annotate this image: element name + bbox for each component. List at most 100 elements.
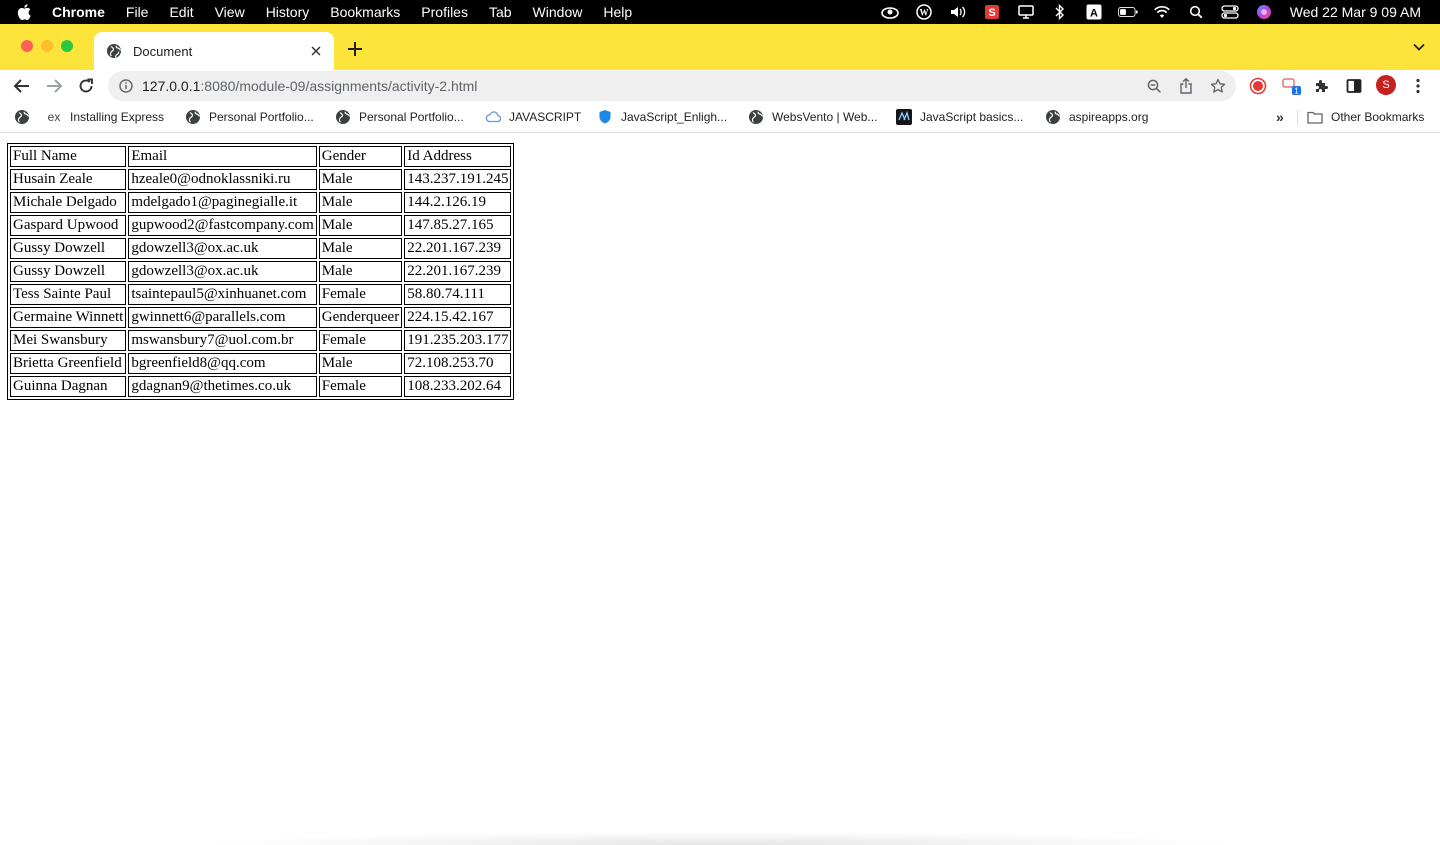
cell-full-name: Guinna Dagnan xyxy=(10,376,127,397)
tab-strip: Document xyxy=(0,24,1440,70)
other-bookmarks-folder[interactable]: Other Bookmarks xyxy=(1307,108,1424,126)
column-header-gender: Gender xyxy=(318,146,403,167)
bookmark-javascript-basics[interactable]: JavaScript basics... xyxy=(896,108,1023,126)
cell-email: mswansbury7@uol.com.br xyxy=(128,330,317,351)
cell-ip-address: 58.80.74.111 xyxy=(404,284,512,305)
status-area: W S A Wed 22 Mar 9 09 AM xyxy=(880,0,1440,24)
record-extension-icon[interactable] xyxy=(1248,76,1268,96)
cell-ip-address: 72.108.253.70 xyxy=(404,353,512,374)
cell-full-name: Gussy Dowzell xyxy=(10,261,127,282)
zoom-out-icon[interactable] xyxy=(1146,78,1162,94)
forward-arrow-icon[interactable] xyxy=(42,74,66,98)
menu-tab[interactable]: Tab xyxy=(489,0,512,24)
new-tab-icon[interactable] xyxy=(344,38,366,60)
globe-icon xyxy=(748,109,764,125)
menu-bookmarks[interactable]: Bookmarks xyxy=(330,0,400,24)
cell-gender: Genderqueer xyxy=(318,307,403,328)
cell-email: mdelgado1@paginegialle.it xyxy=(128,192,317,213)
menu-profiles[interactable]: Profiles xyxy=(421,0,468,24)
menu-edit[interactable]: Edit xyxy=(169,0,193,24)
wifi-icon[interactable] xyxy=(1152,4,1172,20)
extensions-puzzle-icon[interactable] xyxy=(1312,76,1332,96)
cell-full-name: Gaspard Upwood xyxy=(10,215,127,236)
url-text[interactable]: 127.0.0.1:8080/module-09/assignments/act… xyxy=(142,78,477,94)
table-row: Gussy Dowzell gdowzell3@ox.ac.uk Male 22.20… xyxy=(10,261,512,282)
tab-close-icon[interactable] xyxy=(308,43,324,59)
battery-icon[interactable] xyxy=(1117,4,1138,20)
fullscreen-window-button[interactable] xyxy=(61,40,73,52)
site-info-icon[interactable] xyxy=(119,79,133,93)
address-bar[interactable]: 127.0.0.1:8080/module-09/assignments/act… xyxy=(108,71,1236,101)
tab-document[interactable]: Document xyxy=(94,32,334,70)
table-row: Tess Sainte Paul tsaintepaul5@xinhuanet.c… xyxy=(10,284,512,305)
menu-file[interactable]: File xyxy=(126,0,149,24)
cell-ip-address: 22.201.167.239 xyxy=(404,238,512,259)
minimize-window-button[interactable] xyxy=(41,40,53,52)
bookmark-label: JAVASCRIPT xyxy=(509,110,582,124)
cell-ip-address: 143.237.191.245 xyxy=(404,169,512,190)
wordpress-icon[interactable]: W xyxy=(914,4,934,20)
cell-gender: Male xyxy=(318,192,403,213)
shield-s-icon[interactable]: S xyxy=(982,4,1002,20)
close-window-button[interactable] xyxy=(21,40,33,52)
bookmarks-divider xyxy=(1297,110,1298,126)
globe-icon xyxy=(107,44,122,58)
siri-icon[interactable] xyxy=(1254,4,1274,20)
cloud-icon xyxy=(485,109,501,125)
bookmark-aspireapps[interactable]: aspireapps.org xyxy=(1045,108,1148,126)
cell-gender: Male xyxy=(318,238,403,259)
bookmarks-bar: ex Installing Express Personal Portfolio… xyxy=(0,102,1440,133)
more-menu-icon[interactable] xyxy=(1408,76,1428,96)
bookmark-javascript-enlightenment[interactable]: JavaScript_Enligh... xyxy=(597,108,727,126)
menu-history[interactable]: History xyxy=(266,0,310,24)
display-icon[interactable] xyxy=(1016,4,1036,20)
menu-view[interactable]: View xyxy=(215,0,245,24)
menu-help[interactable]: Help xyxy=(603,0,632,24)
control-center-icon[interactable] xyxy=(1220,4,1240,20)
menu-window[interactable]: Window xyxy=(533,0,583,24)
bookmark-websvento[interactable]: WebsVento | Web... xyxy=(748,108,877,126)
bookmark-personal-portfolio-2[interactable]: Personal Portfolio... xyxy=(335,108,464,126)
cell-full-name: Michale Delgado xyxy=(10,192,127,213)
cell-gender: Female xyxy=(318,284,403,305)
page-content: Full Name Email Gender Id Address Husain… xyxy=(0,134,1440,845)
table-header-row: Full Name Email Gender Id Address xyxy=(10,146,512,167)
bluetooth-icon[interactable] xyxy=(1050,4,1070,20)
cell-email: gupwood2@fastcompany.com xyxy=(128,215,317,236)
volume-icon[interactable] xyxy=(948,4,968,20)
cell-ip-address: 147.85.27.165 xyxy=(404,215,512,236)
cell-full-name: Husain Zeale xyxy=(10,169,127,190)
cell-ip-address: 224.15.42.167 xyxy=(404,307,512,328)
bookmark-label: JavaScript basics... xyxy=(920,110,1024,124)
tab-search-chevron-icon[interactable] xyxy=(1412,40,1426,54)
bookmarks-overflow-chevron-icon[interactable]: » xyxy=(1276,109,1284,125)
bookmark-javascript[interactable]: JAVASCRIPT xyxy=(485,108,581,126)
input-source-icon[interactable]: A xyxy=(1084,4,1104,20)
cell-gender: Female xyxy=(318,330,403,351)
cell-full-name: Brietta Greenfield xyxy=(10,353,127,374)
bookmark-personal-portfolio-1[interactable]: Personal Portfolio... xyxy=(185,108,314,126)
table-row: Germaine Winnett gwinnett6@parallels.com G… xyxy=(10,307,512,328)
menubar-clock[interactable]: Wed 22 Mar 9 09 AM xyxy=(1290,4,1421,20)
apple-icon[interactable] xyxy=(17,0,37,24)
menu-app-name[interactable]: Chrome xyxy=(52,0,105,24)
tab-extension-icon[interactable]: 1 xyxy=(1282,76,1302,96)
creative-cloud-icon[interactable] xyxy=(880,4,900,20)
side-panel-icon[interactable] xyxy=(1344,76,1364,96)
bookmark-label: aspireapps.org xyxy=(1069,110,1149,124)
cell-email: gwinnett6@parallels.com xyxy=(128,307,317,328)
bookmarks-globe-icon[interactable] xyxy=(14,108,30,126)
reload-icon[interactable] xyxy=(74,74,98,98)
cell-email: tsaintepaul5@xinhuanet.com xyxy=(128,284,317,305)
bookmark-star-icon[interactable] xyxy=(1210,78,1226,94)
share-icon[interactable] xyxy=(1178,78,1194,94)
spotlight-search-icon[interactable] xyxy=(1186,4,1206,20)
back-arrow-icon[interactable] xyxy=(10,74,34,98)
cell-gender: Male xyxy=(318,353,403,374)
other-bookmarks-label: Other Bookmarks xyxy=(1331,110,1425,124)
svg-text:A: A xyxy=(1090,8,1098,20)
url-path: :8080/module-09/assignments/activity-2.h… xyxy=(200,78,478,94)
profile-avatar[interactable]: S xyxy=(1376,75,1396,95)
bookmark-installing-express[interactable]: ex Installing Express xyxy=(46,108,164,126)
table-row: Brietta Greenfield bgreenfield8@qq.com Mal… xyxy=(10,353,512,374)
